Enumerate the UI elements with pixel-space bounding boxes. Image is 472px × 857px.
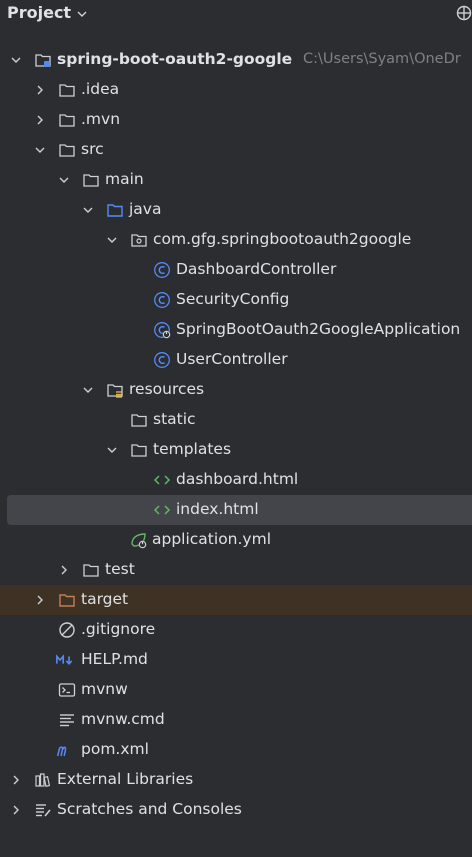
tree-item-package[interactable]: com.gfg.springbootoauth2google xyxy=(0,225,472,255)
tree-item-label: test xyxy=(105,560,135,578)
tree-item-java[interactable]: java xyxy=(0,195,472,225)
chevron-right-icon[interactable] xyxy=(34,114,46,126)
folder-icon xyxy=(131,444,147,457)
chevron-right-icon[interactable] xyxy=(34,84,46,96)
maven-icon xyxy=(57,746,67,757)
chevron-down-icon[interactable] xyxy=(76,8,88,20)
tree-item-mvnw[interactable]: mvnw xyxy=(0,675,472,705)
text-file-icon xyxy=(60,714,74,727)
source-folder-icon xyxy=(107,204,123,217)
project-tool-window-header: Project xyxy=(0,0,472,28)
tree-item-label: SpringBootOauth2GoogleApplication xyxy=(176,320,461,338)
tree-item-application-class[interactable]: SpringBootOauth2GoogleApplication xyxy=(0,315,472,345)
tree-item-help-md[interactable]: HELP.md xyxy=(0,645,472,675)
runnable-class-icon xyxy=(154,322,171,339)
tree-item-project-root[interactable]: spring-boot-oauth2-google C:\Users\Syam\… xyxy=(0,45,472,75)
tree-item-gitignore[interactable]: .gitignore xyxy=(0,615,472,645)
tree-item-external-libraries[interactable]: External Libraries xyxy=(0,765,472,795)
resources-folder-icon xyxy=(107,384,123,398)
tree-item-main[interactable]: main xyxy=(0,165,472,195)
chevron-down-icon[interactable] xyxy=(106,234,118,246)
tree-item-label: resources xyxy=(129,380,205,398)
chevron-down-icon[interactable] xyxy=(58,174,70,186)
folder-icon xyxy=(59,114,75,127)
tree-item-label: mvnw.cmd xyxy=(81,710,165,728)
folder-icon xyxy=(59,144,75,157)
folder-icon xyxy=(83,174,99,187)
tree-item-static[interactable]: static xyxy=(0,405,472,435)
tree-item-label: main xyxy=(105,170,144,188)
html-file-icon xyxy=(153,475,171,485)
tree-item-application-yml[interactable]: application.yml xyxy=(0,525,472,555)
tree-item-index-html[interactable]: index.html xyxy=(0,495,472,525)
tree-item-user-controller[interactable]: UserController xyxy=(0,345,472,375)
tree-item-label: static xyxy=(153,410,196,428)
chevron-right-icon[interactable] xyxy=(10,774,22,786)
tree-item-target[interactable]: target xyxy=(0,585,472,615)
tree-item-label: index.html xyxy=(176,500,259,518)
spring-config-icon xyxy=(131,533,147,549)
tree-item-label: .gitignore xyxy=(81,620,156,638)
tree-item-label: java xyxy=(129,200,162,218)
tree-item-label: HELP.md xyxy=(81,650,148,668)
scratches-icon xyxy=(36,804,51,817)
tree-item-label: spring-boot-oauth2-google xyxy=(57,50,293,68)
tree-item-label: SecurityConfig xyxy=(176,290,290,308)
tree-item-label: DashboardController xyxy=(176,260,337,278)
chevron-right-icon[interactable] xyxy=(34,594,46,606)
tree-item-label: .mvn xyxy=(81,110,121,128)
tree-item-templates[interactable]: templates xyxy=(0,435,472,465)
tree-item-dashboard-html[interactable]: dashboard.html xyxy=(0,465,472,495)
module-folder-icon xyxy=(35,54,51,67)
project-view-title[interactable]: Project xyxy=(7,3,71,22)
folder-icon xyxy=(59,84,75,97)
project-path: C:\Users\Syam\OneDr xyxy=(303,51,461,67)
folder-icon xyxy=(83,564,99,577)
tree-item-label: UserController xyxy=(176,350,288,368)
tree-item-pom-xml[interactable]: pom.xml xyxy=(0,735,472,765)
tree-item-label: dashboard.html xyxy=(176,470,299,488)
chevron-right-icon[interactable] xyxy=(10,804,22,816)
terminal-script-icon xyxy=(58,683,76,697)
html-file-icon xyxy=(153,505,171,515)
tree-item-idea[interactable]: .idea xyxy=(0,75,472,105)
excluded-folder-icon xyxy=(59,594,75,607)
tree-item-src[interactable]: src xyxy=(0,135,472,165)
locate-file-icon[interactable] xyxy=(456,5,472,21)
tree-item-scratches[interactable]: Scratches and Consoles xyxy=(0,795,472,825)
java-class-icon xyxy=(154,292,170,308)
tree-item-resources[interactable]: resources xyxy=(0,375,472,405)
tree-item-security-config[interactable]: SecurityConfig xyxy=(0,285,472,315)
folder-icon xyxy=(131,414,147,427)
chevron-down-icon[interactable] xyxy=(82,384,94,396)
tree-item-label: src xyxy=(81,140,104,158)
tree-item-label: com.gfg.springbootoauth2google xyxy=(153,230,412,248)
java-class-icon xyxy=(154,352,170,368)
tree-item-test[interactable]: test xyxy=(0,555,472,585)
chevron-down-icon[interactable] xyxy=(34,144,46,156)
java-class-icon xyxy=(154,262,170,278)
tree-item-label: mvnw xyxy=(81,680,128,698)
tree-item-label: Scratches and Consoles xyxy=(57,800,242,818)
tree-item-label: application.yml xyxy=(152,530,272,548)
project-tree: spring-boot-oauth2-google C:\Users\Syam\… xyxy=(0,45,472,825)
ignore-file-icon xyxy=(59,622,75,638)
tree-item-mvnw-cmd[interactable]: mvnw.cmd xyxy=(0,705,472,735)
tree-item-label: pom.xml xyxy=(81,740,149,758)
tree-item-label: .idea xyxy=(81,80,120,98)
chevron-down-icon[interactable] xyxy=(82,204,94,216)
markdown-file-icon xyxy=(56,654,73,665)
tree-item-label: External Libraries xyxy=(57,770,194,788)
library-icon xyxy=(35,773,51,787)
chevron-right-icon[interactable] xyxy=(58,564,70,576)
tree-item-label: templates xyxy=(153,440,232,458)
tree-item-mvn[interactable]: .mvn xyxy=(0,105,472,135)
tree-item-dashboard-controller[interactable]: DashboardController xyxy=(0,255,472,285)
tree-item-label: target xyxy=(81,590,129,608)
chevron-down-icon[interactable] xyxy=(106,444,118,456)
package-icon xyxy=(131,234,147,247)
chevron-down-icon[interactable] xyxy=(10,54,22,66)
